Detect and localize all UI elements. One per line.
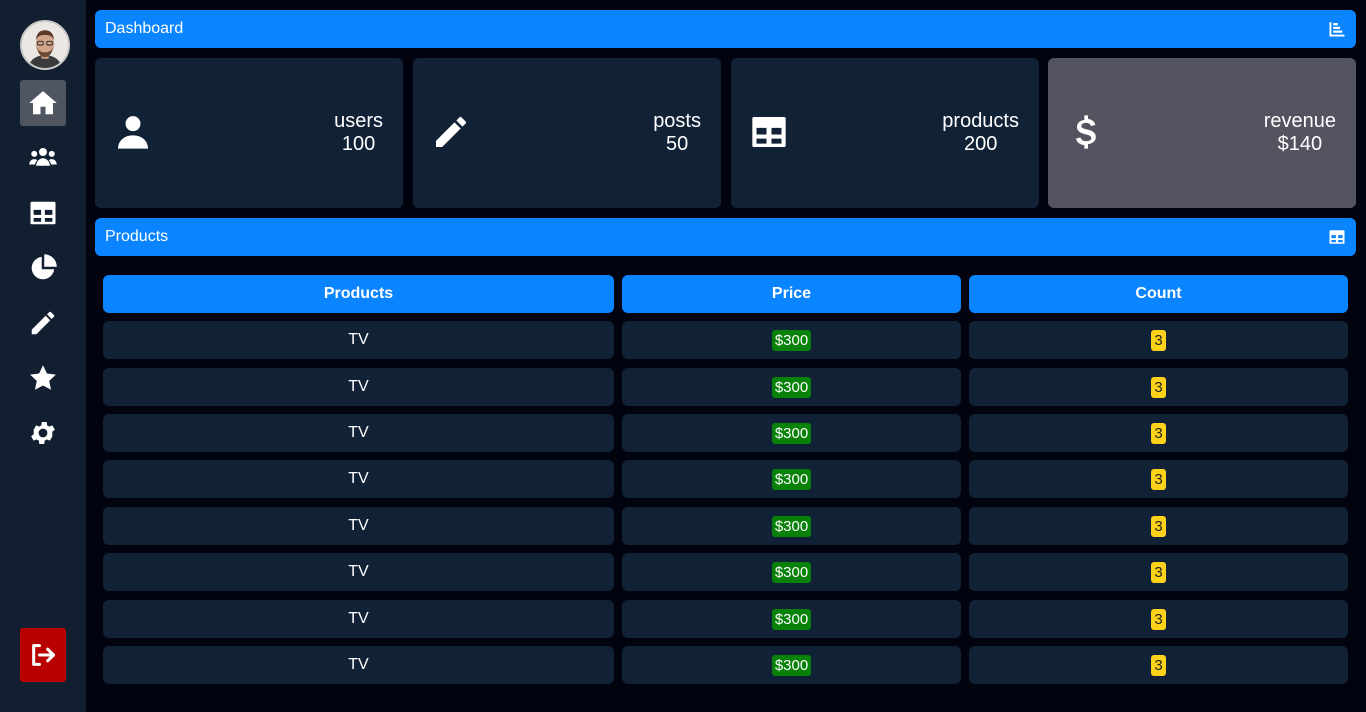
logout-button[interactable]: [20, 628, 66, 682]
nav-table[interactable]: [20, 190, 66, 236]
price-badge: $300: [771, 654, 812, 676]
nav-posts[interactable]: [20, 300, 66, 346]
table-cell-price: $300: [622, 321, 961, 359]
pencil-icon: [431, 112, 471, 152]
table-cell-price: $300: [622, 553, 961, 591]
table-cell-count: 3: [969, 321, 1348, 359]
stat-label: revenue: [1263, 110, 1336, 132]
user-icon: [113, 112, 153, 152]
logout-icon: [32, 644, 56, 666]
stat-value: 50: [665, 133, 689, 155]
table-cell-product: TV: [103, 600, 614, 638]
price-badge: $300: [771, 608, 812, 630]
products-header: Products: [95, 218, 1356, 256]
home-icon: [29, 91, 57, 115]
page-title: Dashboard: [105, 20, 184, 37]
table-cell-product: TV: [103, 368, 614, 406]
table-cell-product: TV: [103, 507, 614, 545]
stat-label: users: [334, 110, 383, 132]
nav-home[interactable]: [20, 80, 66, 126]
table-cell-price: $300: [622, 507, 961, 545]
table-icon: [30, 201, 56, 225]
table-cell-count: 3: [969, 553, 1348, 591]
pie-chart-icon: [31, 254, 57, 280]
count-badge: 3: [1151, 329, 1166, 351]
table-cell-price: $300: [622, 368, 961, 406]
price-badge: $300: [771, 468, 812, 490]
dollar-icon: [1066, 112, 1106, 152]
stat-card-users[interactable]: users 100: [95, 58, 403, 208]
nav-charts[interactable]: [20, 245, 66, 291]
stat-value: $140: [1277, 133, 1323, 155]
table-cell-price: $300: [622, 460, 961, 498]
table-cell-count: 3: [969, 414, 1348, 452]
nav-users[interactable]: [20, 134, 66, 180]
stat-value: 100: [341, 133, 376, 155]
table-cell-price: $300: [622, 414, 961, 452]
stat-label: products: [942, 110, 1019, 132]
column-header-products[interactable]: Products: [103, 275, 614, 313]
price-badge: $300: [771, 376, 812, 398]
table-cell-count: 3: [969, 507, 1348, 545]
table-cell-count: 3: [969, 460, 1348, 498]
nav-settings[interactable]: [20, 410, 66, 456]
table-cell-product: TV: [103, 646, 614, 684]
price-badge: $300: [771, 561, 812, 583]
count-badge: 3: [1151, 654, 1166, 676]
count-badge: 3: [1151, 376, 1166, 398]
column-header-price[interactable]: Price: [622, 275, 961, 313]
nav-favorites[interactable]: [20, 355, 66, 401]
price-badge: $300: [771, 422, 812, 444]
table-cell-price: $300: [622, 600, 961, 638]
count-badge: 3: [1151, 561, 1166, 583]
column-header-count[interactable]: Count: [969, 275, 1348, 313]
table-cell-price: $300: [622, 646, 961, 684]
avatar[interactable]: [20, 20, 70, 70]
users-icon: [29, 148, 57, 166]
stat-label: posts: [653, 110, 701, 132]
stat-value: 200: [963, 133, 998, 155]
table-cell-product: TV: [103, 414, 614, 452]
count-badge: 3: [1151, 422, 1166, 444]
bar-chart-icon: [1329, 22, 1345, 37]
count-badge: 3: [1151, 468, 1166, 490]
section-title: Products: [105, 228, 169, 245]
table-icon: [749, 112, 789, 152]
price-badge: $300: [771, 329, 812, 351]
dashboard-header: Dashboard: [95, 10, 1356, 48]
pencil-icon: [31, 311, 55, 335]
table-cell-product: TV: [103, 460, 614, 498]
table-cell-product: TV: [103, 321, 614, 359]
count-badge: 3: [1151, 608, 1166, 630]
count-badge: 3: [1151, 515, 1166, 537]
table-cell-count: 3: [969, 600, 1348, 638]
table-cell-count: 3: [969, 646, 1348, 684]
stat-card-products[interactable]: products 200: [731, 58, 1039, 208]
table-cell-product: TV: [103, 553, 614, 591]
stat-card-revenue[interactable]: revenue $140: [1048, 58, 1356, 208]
star-icon: [30, 365, 56, 390]
sidebar: [0, 0, 86, 712]
gear-icon: [31, 422, 55, 444]
table-icon: [1329, 230, 1345, 244]
table-cell-count: 3: [969, 368, 1348, 406]
stat-card-posts[interactable]: posts 50: [413, 58, 721, 208]
price-badge: $300: [771, 515, 812, 537]
